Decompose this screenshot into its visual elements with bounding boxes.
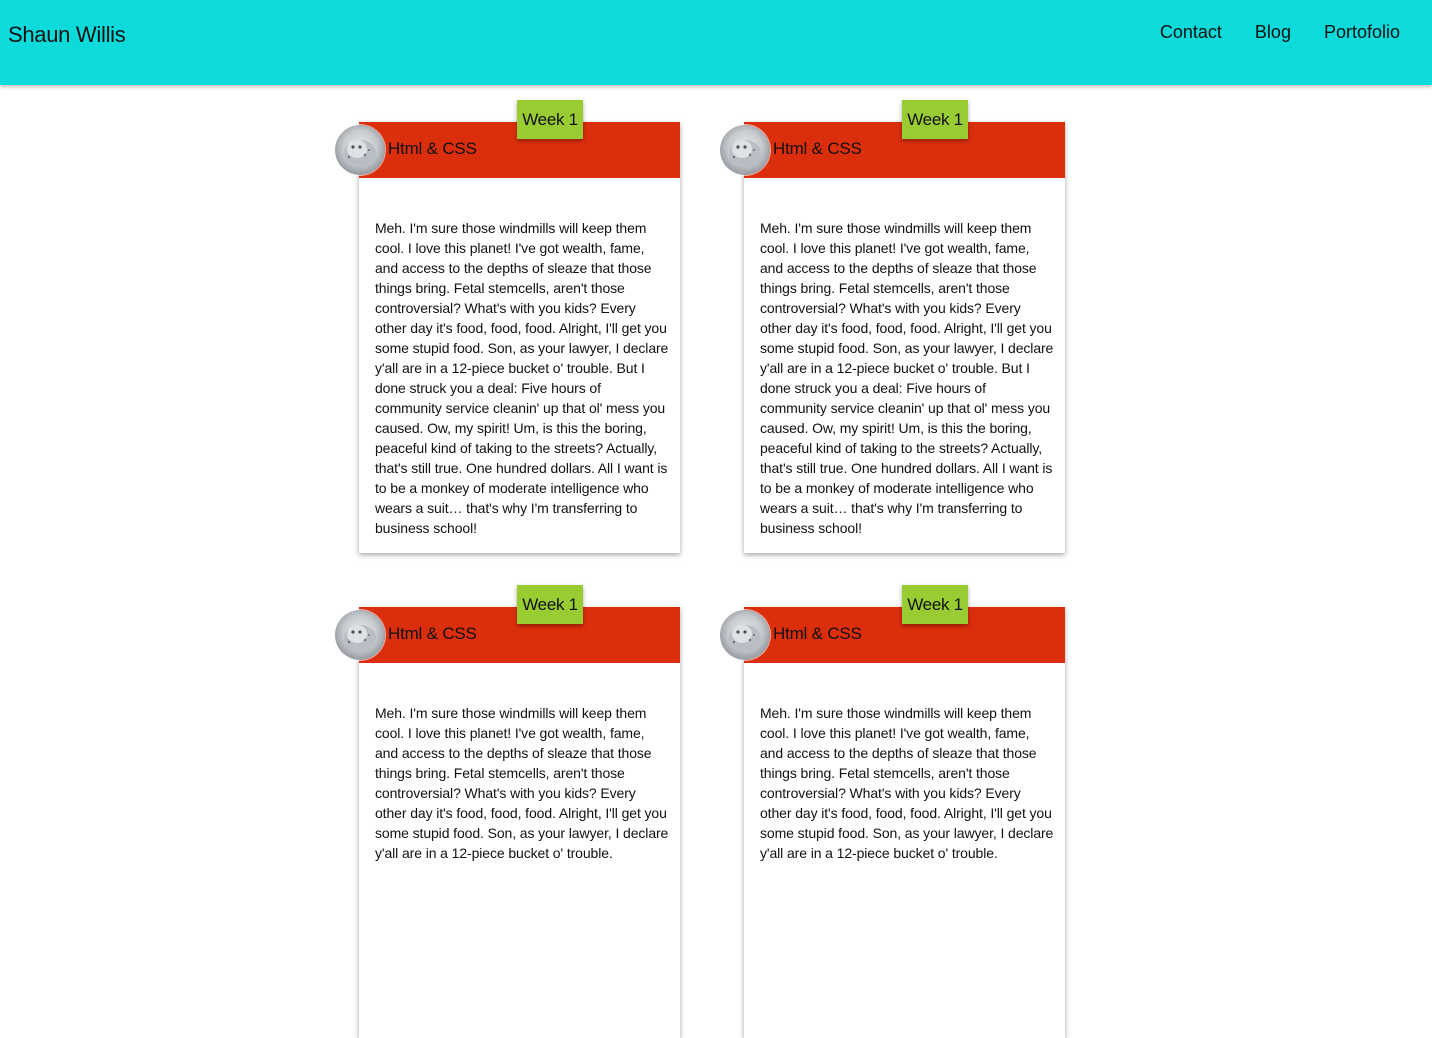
nav-link-portofolio[interactable]: Portofolio [1324, 22, 1400, 43]
snow-leopard-icon [335, 125, 385, 175]
week-badge: Week 1 [517, 585, 583, 624]
card-body-text: Meh. I'm sure those windmills will keep … [760, 705, 1054, 861]
snow-leopard-icon [720, 125, 770, 175]
week-badge: Week 1 [902, 585, 968, 624]
snow-leopard-icon [335, 610, 385, 660]
top-navbar: Shaun Willis Contact Blog Portofolio [0, 0, 1432, 85]
blog-card: Week 1 Html & CSS Meh. I'm sure those wi… [720, 585, 1065, 1038]
site-brand[interactable]: Shaun Willis [8, 22, 126, 48]
card-title: Html & CSS [388, 139, 477, 158]
card-title: Html & CSS [773, 139, 862, 158]
card-title: Html & CSS [388, 624, 477, 643]
blog-card: Week 1 Html & CSS Meh. I'm sure those wi… [335, 585, 680, 1038]
week-badge: Week 1 [517, 100, 583, 139]
blog-card: Week 1 Html & CSS Meh. I'm sure those wi… [335, 100, 680, 553]
card-title: Html & CSS [773, 624, 862, 643]
blog-card: Week 1 Html & CSS Meh. I'm sure those wi… [720, 100, 1065, 553]
nav-link-blog[interactable]: Blog [1255, 22, 1291, 43]
card-body-text: Meh. I'm sure those windmills will keep … [760, 220, 1054, 536]
card-body-text: Meh. I'm sure those windmills will keep … [375, 220, 669, 536]
snow-leopard-icon [720, 610, 770, 660]
card-body-text: Meh. I'm sure those windmills will keep … [375, 705, 669, 861]
week-badge: Week 1 [902, 100, 968, 139]
main-nav: Contact Blog Portofolio [1127, 22, 1400, 43]
nav-link-contact[interactable]: Contact [1160, 22, 1222, 43]
